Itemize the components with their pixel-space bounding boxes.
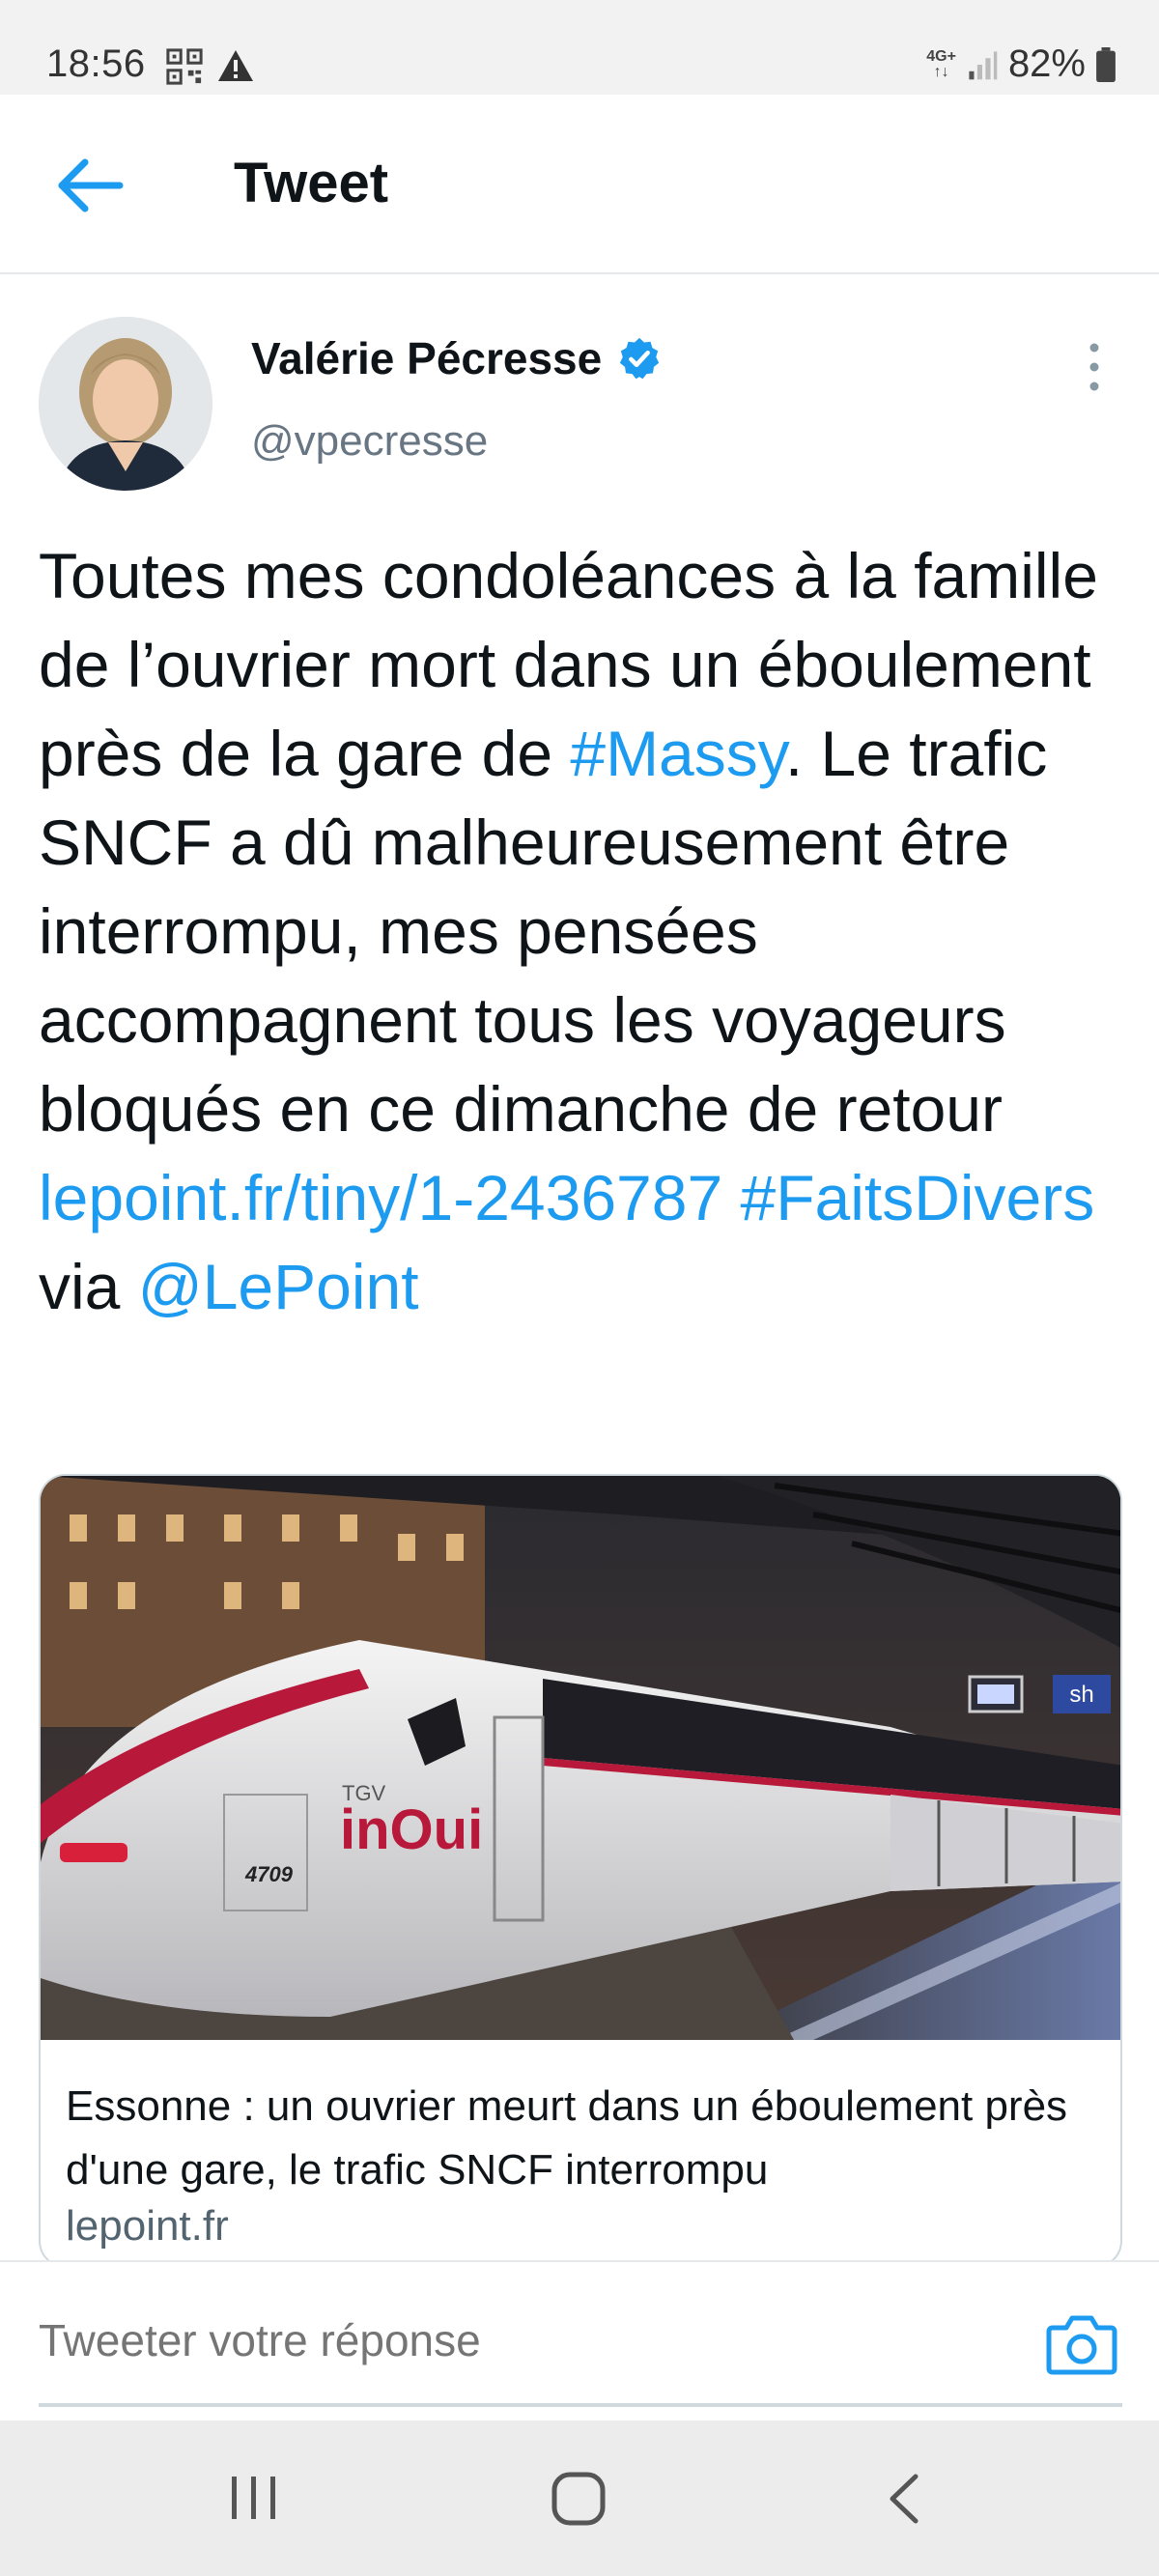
- tweet-text: Toutes mes condoléances à la famille de …: [39, 531, 1140, 1331]
- card-image-train: sh 4709 TGV inOui: [41, 1476, 1120, 2040]
- mention-lepoint[interactable]: @LePoint: [138, 1251, 419, 1322]
- reply-bar: [0, 2260, 1159, 2420]
- back-arrow-icon[interactable]: [54, 155, 126, 216]
- battery-percent: 82%: [1007, 42, 1086, 85]
- avatar-image: [39, 317, 212, 491]
- hashtag-faitsdivers[interactable]: #FaitsDivers: [741, 1162, 1095, 1233]
- verified-badge-icon: [620, 337, 660, 380]
- author-name-text: Valérie Pécresse: [251, 333, 603, 383]
- more-options-icon[interactable]: [1080, 338, 1109, 396]
- back-icon[interactable]: [885, 2471, 923, 2527]
- network-indicator: 4G+ ↑↓: [926, 47, 956, 80]
- warning-icon: [218, 50, 253, 81]
- card-image-train-number: 4709: [244, 1862, 294, 1886]
- system-nav-bar: [0, 2420, 1159, 2576]
- recents-icon[interactable]: [226, 2473, 282, 2523]
- card-domain: lepoint.fr: [66, 2202, 229, 2250]
- reply-underline: [39, 2403, 1122, 2407]
- signal-icon: [969, 50, 998, 79]
- tweet-link[interactable]: lepoint.fr/tiny/1-2436787: [39, 1162, 722, 1233]
- battery-icon: [1096, 46, 1116, 82]
- qr-code-icon: [166, 48, 203, 85]
- network-label: 4G+: [926, 47, 956, 65]
- card-image-brand: inOui: [340, 1798, 483, 1861]
- link-preview-card[interactable]: sh 4709 TGV inOui Essonne : un ouvrier m…: [39, 1474, 1122, 2268]
- status-bar: 18:56 4G+ ↑↓ 82%: [0, 0, 1159, 95]
- app-header: Tweet: [0, 95, 1159, 274]
- card-image-sign: sh: [1069, 1682, 1093, 1708]
- author-handle[interactable]: @vpecresse: [251, 417, 488, 466]
- author-name[interactable]: Valérie Pécresse: [251, 332, 662, 384]
- hashtag-massy[interactable]: #Massy: [570, 718, 785, 789]
- page-title: Tweet: [234, 152, 389, 214]
- status-right: 4G+ ↑↓ 82%: [926, 42, 1117, 86]
- home-icon[interactable]: [551, 2471, 607, 2527]
- reply-input[interactable]: [39, 2314, 908, 2366]
- avatar[interactable]: [39, 317, 212, 491]
- tweet-text-part-3: via: [39, 1251, 138, 1322]
- card-title: Essonne : un ouvrier meurt dans un éboul…: [66, 2082, 1068, 2194]
- status-time: 18:56: [46, 42, 146, 85]
- camera-icon[interactable]: [1045, 2312, 1118, 2376]
